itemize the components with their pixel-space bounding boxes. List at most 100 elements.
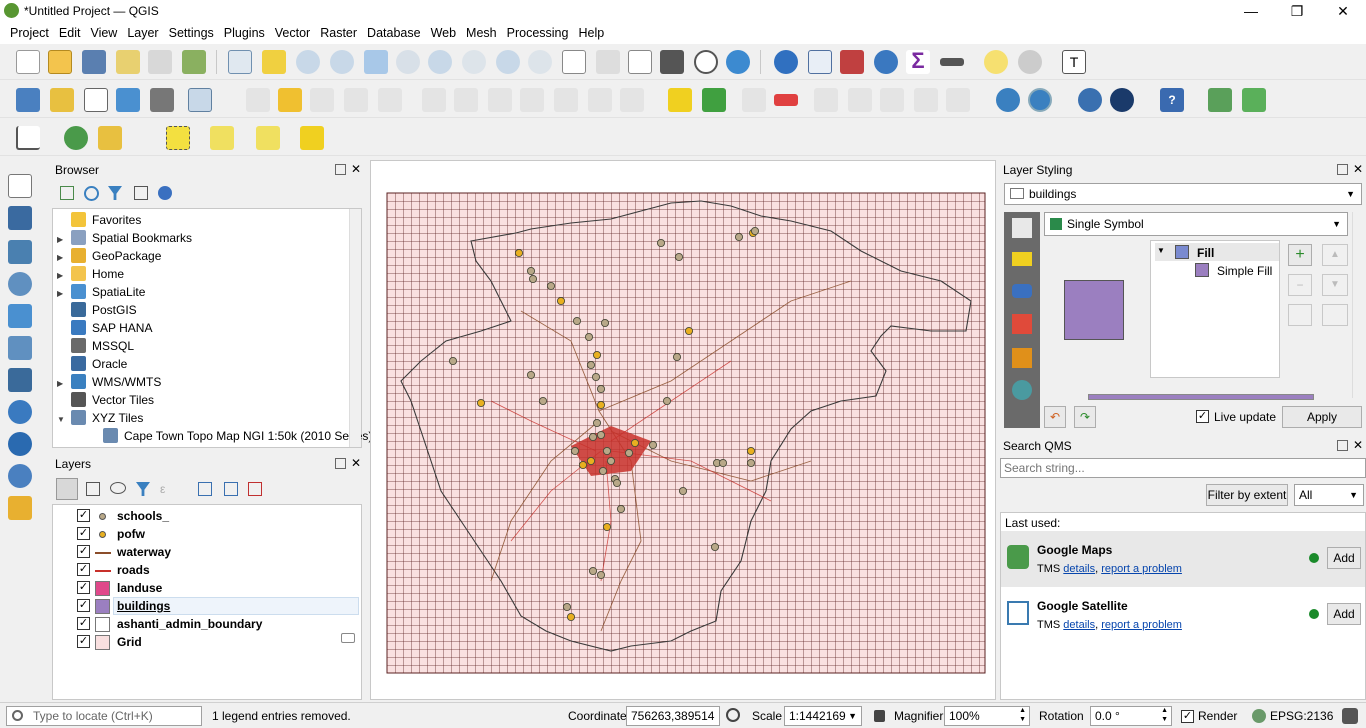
layer-visibility-checkbox[interactable]: ✓ (77, 527, 90, 540)
float-icon[interactable] (335, 458, 346, 469)
browser-item[interactable]: ▶ SpatiaLite (57, 283, 145, 301)
zoom-in-icon[interactable] (296, 50, 320, 74)
details-link[interactable]: details (1063, 563, 1095, 575)
remove-symbol-layer-button[interactable]: − (1288, 274, 1312, 296)
qms-icon[interactable] (996, 88, 1020, 112)
qms-type-select[interactable]: All ▼ (1294, 484, 1364, 506)
rotate-label-icon[interactable] (880, 88, 904, 112)
change-label-icon[interactable] (914, 88, 938, 112)
vector-layer-icon[interactable] (84, 88, 108, 112)
temporal-controller-icon[interactable] (694, 50, 718, 74)
toggle-edit-icon[interactable] (278, 88, 302, 112)
masks-tab-icon[interactable] (1012, 284, 1032, 298)
add-wms-icon[interactable] (8, 400, 32, 424)
undo-style-button[interactable]: ↶ (1044, 406, 1066, 428)
locator-input[interactable]: Type to locate (Ctrl+K) (6, 706, 202, 726)
filter-by-extent-button[interactable]: Filter by extent (1206, 484, 1288, 506)
add-symbol-layer-button[interactable]: + (1288, 244, 1312, 266)
zoom-native-icon[interactable] (462, 50, 486, 74)
pan-to-selection-icon[interactable] (262, 50, 286, 74)
add-delimited-icon[interactable] (8, 272, 32, 296)
digitize-icon[interactable] (116, 88, 140, 112)
new-bookmark-icon[interactable] (628, 50, 652, 74)
crs-label[interactable]: EPSG:2136 (1270, 709, 1333, 723)
diagram-icon[interactable] (702, 88, 726, 112)
diagrams-tab-icon[interactable] (1012, 348, 1032, 368)
text-annotation-icon[interactable] (1018, 50, 1042, 74)
layer-name[interactable]: buildings (117, 599, 170, 613)
zoom-next-icon[interactable] (528, 50, 552, 74)
rotation-input[interactable]: 0.0 ° ▲ ▼ (1090, 706, 1172, 726)
close-panel-icon[interactable]: ✕ (351, 162, 361, 176)
add-google-satellite-button[interactable]: Add (1327, 603, 1361, 625)
menu-view[interactable]: View (85, 22, 122, 44)
map-tips-icon[interactable] (984, 50, 1008, 74)
delete-icon[interactable] (454, 88, 478, 112)
menu-processing[interactable]: Processing (502, 22, 574, 44)
float-icon[interactable] (1337, 164, 1348, 175)
vertex-tool-icon[interactable] (378, 88, 402, 112)
text-tool-icon[interactable]: T (1062, 50, 1086, 74)
messages-icon[interactable] (1342, 708, 1358, 724)
layer-styling-icon[interactable] (56, 478, 78, 500)
select-by-value-icon[interactable] (210, 126, 234, 150)
save-edits-icon[interactable] (310, 88, 334, 112)
select-location-icon[interactable] (300, 126, 324, 150)
add-vector-icon[interactable] (8, 174, 32, 198)
zoom-to-layer-icon[interactable] (428, 50, 452, 74)
statistics-icon[interactable] (840, 50, 864, 74)
float-icon[interactable] (1337, 440, 1348, 451)
report-link[interactable]: report a problem (1101, 619, 1182, 631)
new-map-view-icon[interactable] (562, 50, 586, 74)
modify-attributes-icon[interactable] (422, 88, 446, 112)
add-selected-icon[interactable] (60, 186, 74, 200)
show-bookmarks-icon[interactable] (660, 50, 684, 74)
layout-manager-icon[interactable] (148, 50, 172, 74)
processing-toolbox-icon[interactable] (874, 50, 898, 74)
save-project-icon[interactable] (82, 50, 106, 74)
zoom-full-icon[interactable] (364, 50, 388, 74)
layer-name[interactable]: Grid (117, 635, 142, 649)
crs-globe-icon[interactable] (1252, 709, 1266, 723)
apply-button[interactable]: Apply (1282, 406, 1362, 428)
report-link[interactable]: report a problem (1101, 563, 1182, 575)
collapse-layers-icon[interactable] (224, 482, 238, 496)
help-icon[interactable]: ? (1160, 88, 1184, 112)
menu-edit[interactable]: Edit (54, 22, 86, 44)
labels-tab-icon[interactable] (1012, 252, 1032, 266)
qms-search-input[interactable] (1000, 458, 1366, 478)
menu-project[interactable]: Project (5, 22, 54, 44)
menu-raster[interactable]: Raster (315, 22, 362, 44)
zoom-to-selection-icon[interactable] (396, 50, 420, 74)
coordinate-toggle-icon[interactable] (726, 708, 740, 722)
close-button[interactable]: ✕ (1320, 0, 1366, 22)
move-label-icon[interactable] (814, 88, 838, 112)
browser-item[interactable]: ▶ Home (57, 265, 124, 283)
add-raster-icon[interactable] (8, 206, 32, 230)
redo-icon[interactable] (620, 88, 644, 112)
fill-row[interactable] (1155, 243, 1279, 261)
layer-name[interactable]: schools_ (117, 509, 169, 523)
duplicate-symbol-button[interactable] (1288, 304, 1312, 326)
browser-item[interactable]: Cape Town Topo Map NGI 1:50k (2010 Serie… (89, 427, 372, 445)
geopackage-layer-icon[interactable] (50, 88, 74, 112)
paste-icon[interactable] (554, 88, 578, 112)
add-wcs-icon[interactable] (8, 464, 32, 488)
maximize-button[interactable]: ❐ (1274, 0, 1320, 22)
add-virtual-icon[interactable] (8, 336, 32, 360)
new-project-icon[interactable] (16, 50, 40, 74)
redo-style-button[interactable]: ↷ (1074, 406, 1096, 428)
browser-item[interactable]: SAP HANA (57, 319, 152, 337)
visibility-icon[interactable] (110, 482, 126, 494)
coordinate-input[interactable]: 756263,389514 (626, 706, 720, 726)
search-icon[interactable] (64, 126, 88, 150)
layer-visibility-checkbox[interactable]: ✓ (77, 581, 90, 594)
close-panel-icon[interactable]: ✕ (1353, 438, 1363, 452)
float-icon[interactable] (335, 164, 346, 175)
browser-item[interactable]: MSSQL (57, 337, 134, 355)
browser-scrollbar[interactable] (349, 209, 361, 447)
style-manager-icon[interactable] (182, 50, 206, 74)
symbol-tree[interactable]: ▼ Fill Simple Fill (1150, 240, 1280, 378)
collapse-all-icon[interactable] (134, 186, 148, 200)
browser-item[interactable]: ▶ Spatial Bookmarks (57, 229, 192, 247)
